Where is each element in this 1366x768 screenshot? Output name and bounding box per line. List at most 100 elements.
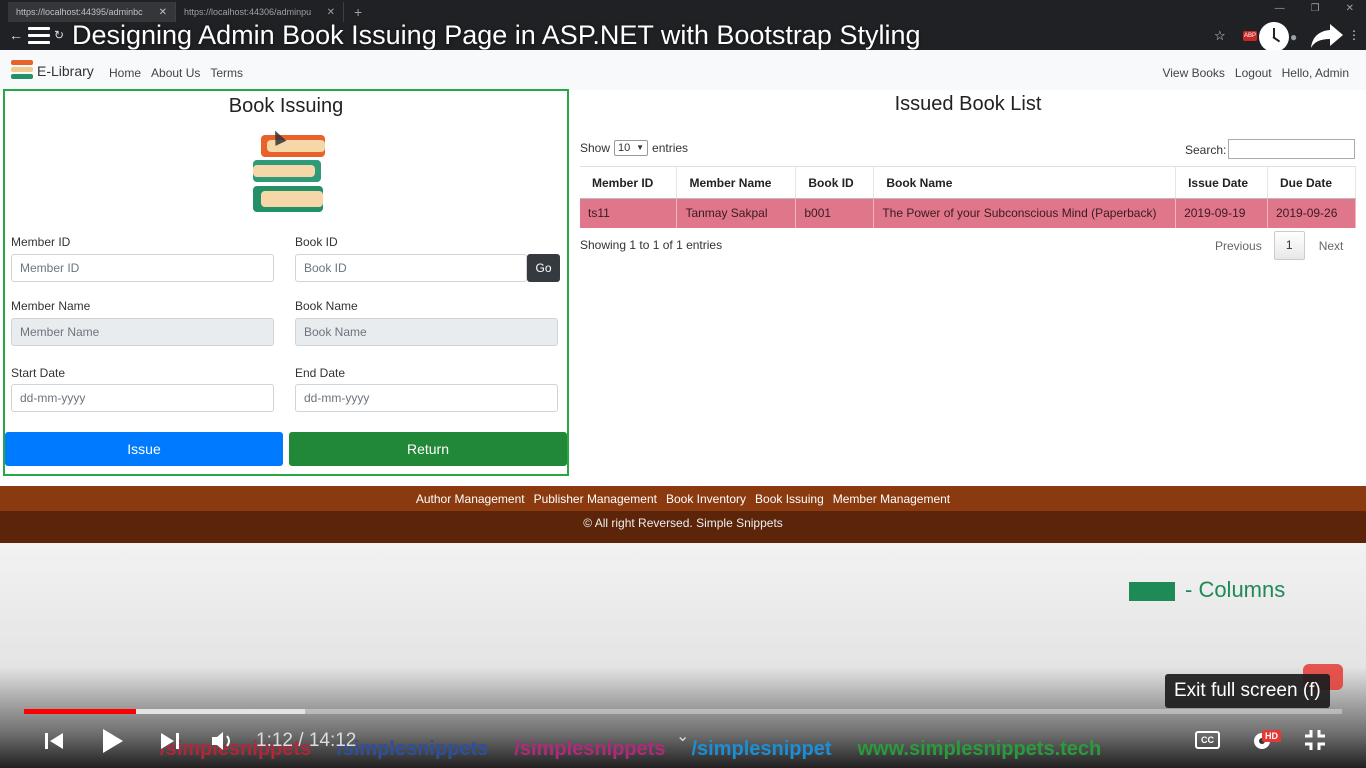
cell-book-name: The Power of your Subconscious Mind (Pap… [873, 198, 1177, 228]
previous-video-icon[interactable] [44, 731, 64, 751]
nav-logout-link[interactable]: Logout [1235, 66, 1272, 80]
column-header-member-name[interactable]: Member Name [676, 166, 797, 199]
browser-tab[interactable]: https://localhost:44395/adminbc ✕ [8, 2, 176, 22]
video-progress-bar[interactable] [24, 709, 1342, 714]
issued-list-title: Issued Book List [894, 93, 1042, 115]
back-arrow-icon[interactable]: ← [9, 27, 23, 43]
video-title[interactable]: Designing Admin Book Issuing Page in ASP… [72, 20, 920, 51]
extension-icon[interactable]: ABP [1243, 31, 1257, 41]
volume-icon[interactable] [210, 729, 236, 753]
end-date-input[interactable]: dd-mm-yyyy [295, 384, 558, 412]
entries-label: entries [652, 141, 689, 155]
nav-hello-admin-link[interactable]: Hello, Admin [1282, 66, 1349, 80]
book-id-label: Book ID [295, 235, 338, 249]
video-time: 1:12 / 14:12 [256, 730, 357, 751]
search-input[interactable] [1228, 139, 1355, 159]
close-window-icon[interactable]: ✕ [1346, 3, 1354, 14]
facebook-handle: /simplesnippets [337, 738, 489, 760]
issued-books-table: Member ID Member Name Book ID Book Name … [580, 166, 1356, 228]
columns-legend-swatch [1129, 582, 1175, 601]
member-name-label: Member Name [11, 299, 91, 313]
brand-name[interactable]: E-Library [37, 63, 94, 79]
entries-select[interactable]: 10 ▼ [614, 140, 649, 156]
column-header-book-id[interactable]: Book ID [795, 166, 875, 199]
bookmark-star-icon[interactable]: ☆ [1214, 28, 1226, 44]
share-arrow-icon[interactable] [1310, 22, 1344, 50]
browser-tab-strip: https://localhost:44395/adminbc ✕ https:… [0, 0, 1366, 22]
show-label: Show [580, 141, 611, 155]
nav-right: View Books Logout Hello, Admin [1162, 66, 1349, 80]
nav-terms-link[interactable]: Terms [210, 66, 243, 80]
book-name-input: Book Name [295, 318, 558, 346]
column-header-issue-date[interactable]: Issue Date [1175, 166, 1268, 199]
columns-legend-text: - Columns [1185, 577, 1286, 602]
book-name-label: Book Name [295, 299, 358, 313]
screen: https://localhost:44395/adminbc ✕ https:… [0, 0, 1366, 768]
member-id-input[interactable]: Member ID [11, 254, 274, 282]
close-tab-icon[interactable]: ✕ [327, 7, 335, 18]
cell-member-name: Tanmay Sakpal [676, 198, 797, 228]
minimize-icon[interactable]: — [1275, 3, 1285, 14]
return-button[interactable]: Return [289, 432, 567, 466]
nav-about-link[interactable]: About Us [151, 66, 200, 80]
twitter-handle: /simplesnippet [691, 738, 832, 760]
end-date-label: End Date [295, 366, 346, 380]
cell-due-date: 2019-09-26 [1267, 198, 1356, 228]
played-bar [24, 709, 137, 714]
footer-publisher-management-link[interactable]: Publisher Management [534, 492, 657, 506]
hd-badge: HD [1262, 730, 1281, 742]
exit-fullscreen-icon[interactable] [1303, 728, 1327, 752]
previous-page-button[interactable]: Previous [1215, 239, 1262, 253]
footer-book-inventory-link[interactable]: Book Inventory [666, 492, 746, 506]
footer-links: Author Management Publisher Management B… [0, 486, 1366, 511]
extension-puzzle-icon[interactable]: ● [1290, 30, 1297, 44]
books-stack-icon [251, 135, 325, 215]
watch-later-clock-icon[interactable] [1259, 22, 1289, 52]
book-id-input[interactable]: Book ID [295, 254, 527, 282]
cell-member-id: ts11 [580, 198, 678, 228]
close-tab-icon[interactable]: ✕ [159, 7, 167, 18]
restore-icon[interactable]: ❐ [1311, 3, 1320, 14]
card-title: Book Issuing [228, 95, 344, 117]
page-1-button[interactable]: 1 [1273, 231, 1305, 260]
column-header-due-date[interactable]: Due Date [1267, 166, 1356, 199]
search-label: Search: [1185, 143, 1227, 157]
start-date-input[interactable]: dd-mm-yyyy [11, 384, 274, 412]
browser-tab[interactable]: https://localhost:44306/adminpu ✕ [176, 2, 344, 22]
start-date-label: Start Date [11, 366, 66, 380]
issue-button[interactable]: Issue [5, 432, 283, 466]
cell-issue-date: 2019-09-19 [1175, 198, 1268, 228]
next-page-button[interactable]: Next [1319, 239, 1344, 253]
table-info: Showing 1 to 1 of 1 entries [580, 238, 723, 252]
chevron-down-icon[interactable]: ⌄ [676, 726, 689, 746]
next-video-icon[interactable] [160, 731, 180, 751]
playlist-icon[interactable] [28, 27, 50, 49]
member-id-label: Member ID [11, 235, 71, 249]
dropdown-caret-icon: ▼ [636, 143, 645, 152]
browser-tab-title: https://localhost:44306/adminpu [184, 7, 312, 17]
footer-author-management-link[interactable]: Author Management [416, 492, 525, 506]
reload-icon[interactable]: ↻ [54, 28, 64, 42]
table-header-row: Member ID Member Name Book ID Book Name … [580, 166, 1356, 199]
footer-member-management-link[interactable]: Member Management [833, 492, 950, 506]
new-tab-button[interactable]: + [344, 2, 372, 22]
captions-icon[interactable]: CC [1195, 731, 1220, 749]
column-header-book-name[interactable]: Book Name [873, 166, 1177, 199]
browser-tab-title: https://localhost:44395/adminbc [16, 7, 143, 17]
browser-menu-icon[interactable]: ⋮ [1348, 28, 1360, 42]
member-name-input: Member Name [11, 318, 274, 346]
footer-copyright: © All right Reversed. Simple Snippets [0, 511, 1366, 543]
library-logo-icon[interactable] [11, 60, 33, 84]
cell-book-id: b001 [795, 198, 875, 228]
window-controls: — ❐ ✕ [1275, 3, 1354, 14]
table-row[interactable]: ts11 Tanmay Sakpal b001 The Power of you… [580, 198, 1356, 228]
website-handle: www.simplesnippets.tech [857, 738, 1102, 760]
play-icon[interactable] [101, 727, 125, 755]
go-button[interactable]: Go [527, 254, 560, 282]
instagram-handle: /simplesnippets [514, 738, 666, 760]
entries-length-control: Show 10 ▼ entries [580, 140, 688, 156]
footer-book-issuing-link[interactable]: Book Issuing [755, 492, 824, 506]
nav-home-link[interactable]: Home [109, 66, 141, 80]
column-header-member-id[interactable]: Member ID [580, 166, 678, 199]
nav-view-books-link[interactable]: View Books [1162, 66, 1224, 80]
